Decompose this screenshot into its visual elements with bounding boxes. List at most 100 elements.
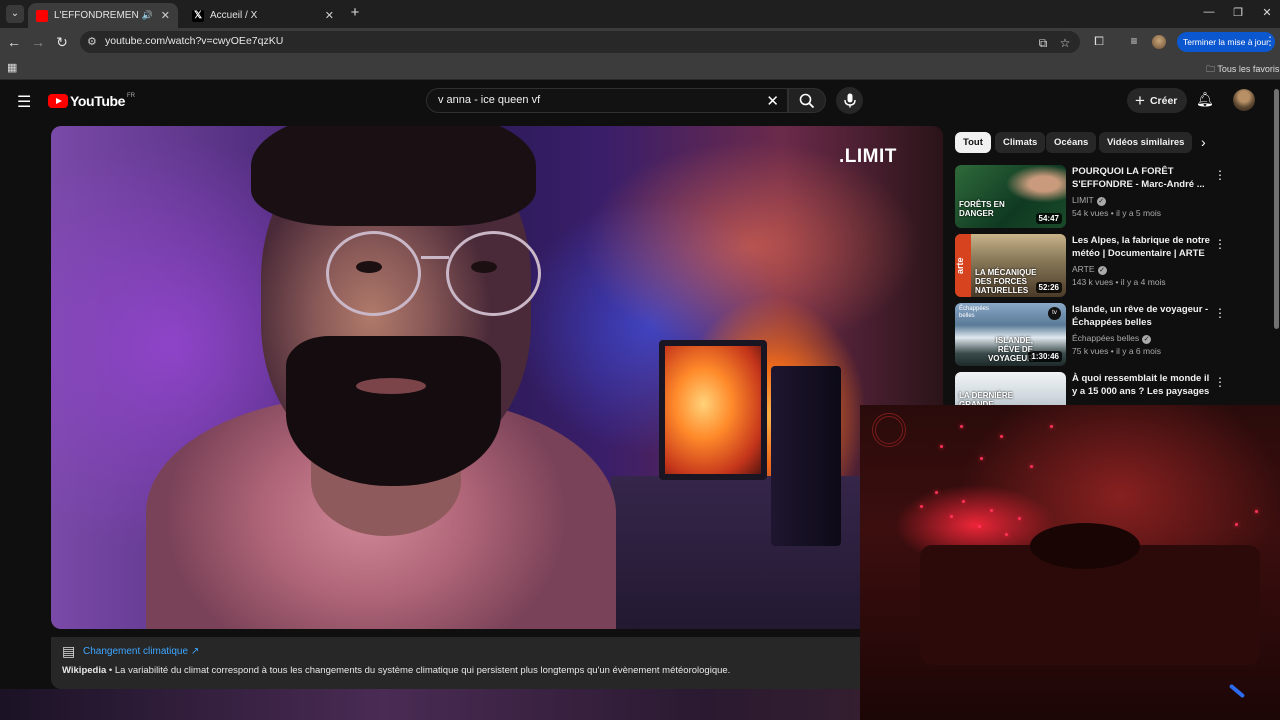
audio-playing-icon[interactable]: 🔊 [142,10,153,21]
clear-search-icon[interactable]: ✕ [766,92,779,110]
brand-label: arte [955,234,971,297]
fairy-light [940,445,943,448]
media-controls-icon[interactable]: ≡ [1126,34,1142,48]
video-meta: 75 k vues • il y a 6 mois [1072,346,1161,356]
address-bar[interactable]: ⚙ youtube.com/watch?v=cwyOEe7qzKU ⧉ ☆ [80,31,1080,53]
search-input[interactable]: v anna - ice queen vf ✕ [426,88,788,113]
tab-x[interactable]: 𝕏 Accueil / X ✕ [184,3,342,28]
video-player[interactable]: .LIMIT [51,126,943,629]
tab-youtube[interactable]: L'EFFONDREMENT DE L'AM 🔊 ✕ [28,3,178,28]
browser-toolbar: ← → ↻ ⚙ youtube.com/watch?v=cwyOEe7qzKU … [0,28,1280,56]
search-query: v anna - ice queen vf [438,94,541,106]
chip-all[interactable]: Tout [955,132,991,153]
brand-label: Échappées belles [959,306,990,319]
fairy-light [990,509,993,512]
thumbnail-overlay-text: LA MÉCANIQUE DES FORCES NATURELLES [975,268,1037,295]
video-thumbnail[interactable]: Échappées belles tv ISLANDE, RÊVE DE VOY… [955,303,1066,366]
fairy-light [1255,510,1258,513]
verified-check-icon: ✓ [1097,266,1107,275]
all-bookmarks-label: Tous les favoris [1217,64,1280,74]
more-actions-icon[interactable]: ⋮ [1214,168,1226,182]
fairy-light [978,525,981,528]
search-button[interactable] [788,88,826,113]
channel-label: Échappées belles [1072,333,1140,343]
folder-icon: 🗀 [1206,64,1216,74]
video-meta: 54 k vues • il y a 5 mois [1072,208,1161,218]
video-thumbnail[interactable]: FORÊTS EN DANGER 54:47 [955,165,1066,228]
hamburger-menu-icon[interactable]: ☰ [17,92,31,112]
back-icon[interactable]: ← [6,34,22,50]
webcam-pen [1228,683,1246,699]
chevron-right-icon[interactable]: › [1201,134,1206,150]
fairy-light [962,500,965,503]
minimize-icon[interactable]: — [1201,6,1217,18]
video-frame-monitor [659,340,767,480]
document-icon: ▤ [62,643,76,659]
extensions-icon[interactable]: ⧠ [1091,34,1107,49]
webcam-pillow [1030,523,1140,569]
recommendation-item[interactable]: FORÊTS EN DANGER 54:47 POURQUOI LA FORÊT… [955,165,1275,229]
video-meta: 143 k vues • il y a 4 mois [1072,277,1166,287]
youtube-logo[interactable]: YouTube FR [48,93,135,109]
create-button[interactable]: + Créer [1127,88,1188,113]
update-button[interactable]: Terminer la mise à jour [1177,32,1275,52]
close-tab-icon[interactable]: ✕ [161,9,170,22]
video-thumbnail[interactable]: arte LA MÉCANIQUE DES FORCES NATURELLES … [955,234,1066,297]
more-actions-icon[interactable]: ⋮ [1214,306,1226,320]
all-bookmarks-button[interactable]: 🗀 Tous les favoris [1206,62,1279,78]
maximize-icon[interactable]: ❐ [1230,6,1246,19]
channel-name[interactable]: LIMIT ✓ [1072,195,1106,206]
channel-name[interactable]: ARTE ✓ [1072,264,1107,275]
voice-search-button[interactable] [836,87,863,114]
close-tab-icon[interactable]: ✕ [325,9,334,22]
screen: ⌄ L'EFFONDREMENT DE L'AM 🔊 ✕ 𝕏 Accueil /… [0,0,1280,720]
create-label: Créer [1149,94,1178,107]
thumbnail-overlay-text: FORÊTS EN DANGER [959,200,1005,218]
apps-grid-icon[interactable]: ▦ [7,61,17,74]
video-title[interactable]: Islande, un rêve de voyageur - Échappées… [1072,303,1212,329]
notifications-bell-icon[interactable]: 🔔︎ [1196,91,1214,108]
video-frame-monitor [771,366,841,546]
more-actions-icon[interactable]: ⋮ [1214,375,1226,389]
x-favicon-icon: 𝕏 [192,9,204,22]
fairy-light [920,505,923,508]
verified-check-icon: ✓ [1096,197,1106,206]
video-frame-person-hair [251,126,536,226]
tab-title: Accueil / X [210,10,258,21]
recommendation-item[interactable]: arte LA MÉCANIQUE DES FORCES NATURELLES … [955,234,1275,298]
chip-oceans[interactable]: Océans [1046,132,1097,153]
video-title[interactable]: POURQUOI LA FORÊT S'EFFONDRE - Marc-Andr… [1072,165,1212,191]
profile-avatar[interactable] [1152,35,1166,49]
duration-badge: 54:47 [1035,213,1062,224]
fairy-light [960,425,963,428]
tab-title: L'EFFONDREMENT DE L'AM [54,10,138,21]
info-topic-link[interactable]: Changement climatique ↗ [83,646,199,657]
fairy-light [1050,425,1053,428]
chrome-menu-icon[interactable]: ⋮ [1264,34,1276,48]
youtube-play-icon [48,94,68,108]
chip-climats[interactable]: Climats [995,132,1046,153]
thumbnail-overlay-text: ISLANDE, RÊVE DE VOYAGEUR [987,336,1033,363]
bookmark-star-icon[interactable]: ☆ [1058,36,1072,50]
account-avatar[interactable] [1233,89,1255,111]
webcam-decor [872,413,906,447]
chip-similar-videos[interactable]: Vidéos similaires [1099,132,1193,153]
fairy-light [950,515,953,518]
window-close-icon[interactable]: ✕ [1259,6,1275,19]
bookmarks-bar: ▦ 🗀 Tous les favoris [0,56,1280,80]
duration-badge: 52:26 [1035,282,1062,293]
recommendation-item[interactable]: Échappées belles tv ISLANDE, RÊVE DE VOY… [955,303,1275,367]
forward-icon[interactable]: → [30,34,46,50]
reload-icon[interactable]: ↻ [54,34,70,50]
fairy-light [1030,465,1033,468]
video-title[interactable]: Les Alpes, la fabrique de notre météo | … [1072,234,1212,260]
microphone-icon [843,93,856,108]
new-tab-button[interactable]: + [347,5,363,21]
fairy-light [1005,533,1008,536]
install-app-icon[interactable]: ⧉ [1036,36,1050,51]
page-scrollbar[interactable] [1274,89,1279,329]
site-info-icon[interactable]: ⚙ [87,35,97,48]
tab-search-button[interactable]: ⌄ [6,5,24,23]
more-actions-icon[interactable]: ⋮ [1214,237,1226,251]
channel-name[interactable]: Échappées belles ✓ [1072,333,1152,344]
